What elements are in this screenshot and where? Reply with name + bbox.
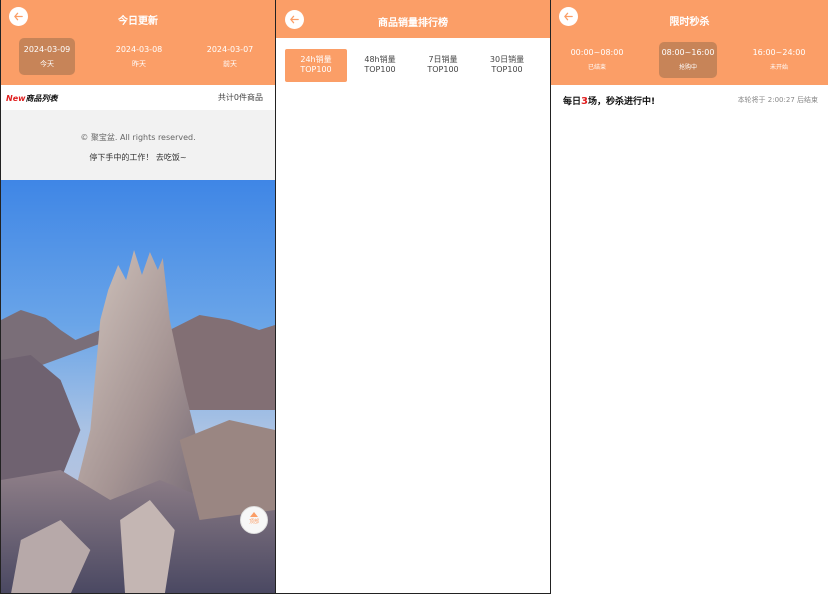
copyright-text: © 聚宝盆. All rights reserved.: [80, 133, 196, 142]
page-footer: © 聚宝盆. All rights reserved. 停下手中的工作！ 去吃饭…: [1, 110, 275, 180]
new-badge: New: [6, 94, 26, 103]
daily-count: 3: [581, 96, 588, 107]
back-to-top-button[interactable]: 顶部: [240, 506, 268, 534]
time-slot-status: 抢购中: [678, 64, 697, 71]
date-tab-date: 2024-03-07: [206, 45, 254, 54]
page-title: 今日更新: [118, 16, 158, 27]
product-list-bar: New商品列表 共计0件商品: [1, 85, 275, 110]
date-tab-date: 2024-03-09: [23, 45, 71, 54]
arrow-up-icon: [250, 512, 258, 517]
tab-48h-sales[interactable]: 48h销量 TOP100: [349, 49, 411, 82]
date-tab-label: 今天: [40, 60, 54, 68]
date-tab-today[interactable]: 2024-03-09 今天: [19, 38, 75, 75]
daily-sessions-banner: 每日3场，秒杀进行中!: [563, 94, 655, 107]
product-list-title: 商品列表: [25, 94, 58, 103]
flash-sale-screen: 限时秒杀 00:00~08:00 已结束 08:00~16:00 抢购中 16:…: [551, 0, 828, 594]
today-header: 今日更新 2024-03-09 今天 2024-03-08 昨天 2024-03…: [1, 0, 275, 85]
back-to-top-label: 顶部: [248, 519, 259, 525]
tab-line2: TOP100: [300, 65, 332, 74]
time-slot-1600-2400[interactable]: 16:00~24:00 未开始: [750, 42, 808, 78]
tab-24h-sales[interactable]: 24h销量 TOP100: [285, 49, 347, 82]
daily-suffix: 场，秒杀进行中!: [587, 97, 656, 107]
tab-line1: 48h销量: [364, 55, 396, 64]
tab-line2: TOP100: [364, 65, 396, 74]
time-slot-0000-0800[interactable]: 00:00~08:00 已结束: [568, 42, 626, 78]
date-tab-label: 前天: [223, 60, 237, 68]
tab-line1: 24h销量: [300, 55, 332, 64]
time-slot-status: 已结束: [587, 64, 606, 71]
tab-line1: 30日销量: [489, 55, 525, 64]
background-landscape-image: [1, 180, 275, 593]
date-tab-date: 2024-03-08: [115, 45, 163, 54]
tab-30day-sales[interactable]: 30日销量 TOP100: [476, 49, 538, 82]
product-list-logo: New商品列表: [6, 93, 58, 104]
time-slot-0800-1600[interactable]: 08:00~16:00 抢购中: [659, 42, 717, 78]
today-updates-screen: 今日更新 2024-03-09 今天 2024-03-08 昨天 2024-03…: [0, 0, 276, 594]
product-count: 共计0件商品: [217, 93, 263, 102]
time-slot-range: 00:00~08:00: [570, 48, 624, 57]
slogan-text: 停下手中的工作！ 去吃饭~: [89, 153, 187, 162]
ranking-header: 商品销量排行榜: [276, 0, 550, 38]
flash-sale-header: 限时秒杀 00:00~08:00 已结束 08:00~16:00 抢购中 16:…: [551, 0, 828, 85]
page-title: 商品销量排行榜: [378, 18, 448, 29]
tab-7day-sales[interactable]: 7日销量 TOP100: [412, 49, 474, 82]
tab-line2: TOP100: [427, 65, 459, 74]
daily-prefix: 每日: [563, 97, 582, 107]
date-tab-yesterday[interactable]: 2024-03-08 昨天: [111, 38, 167, 75]
tab-line2: TOP100: [491, 65, 523, 74]
countdown-text: 本轮将于 2:00:27 后结束: [737, 96, 818, 104]
date-tab-day-before[interactable]: 2024-03-07 前天: [202, 38, 258, 75]
tab-line1: 7日销量: [428, 55, 458, 64]
page-title: 限时秒杀: [669, 17, 710, 28]
time-slot-status: 未开始: [769, 64, 788, 71]
sales-ranking-screen: 商品销量排行榜 24h销量 TOP100 48h销量 TOP100 7日销量 T…: [276, 0, 551, 594]
time-slot-range: 08:00~16:00: [661, 48, 715, 57]
time-slot-range: 16:00~24:00: [752, 48, 806, 57]
date-tab-label: 昨天: [132, 60, 146, 68]
